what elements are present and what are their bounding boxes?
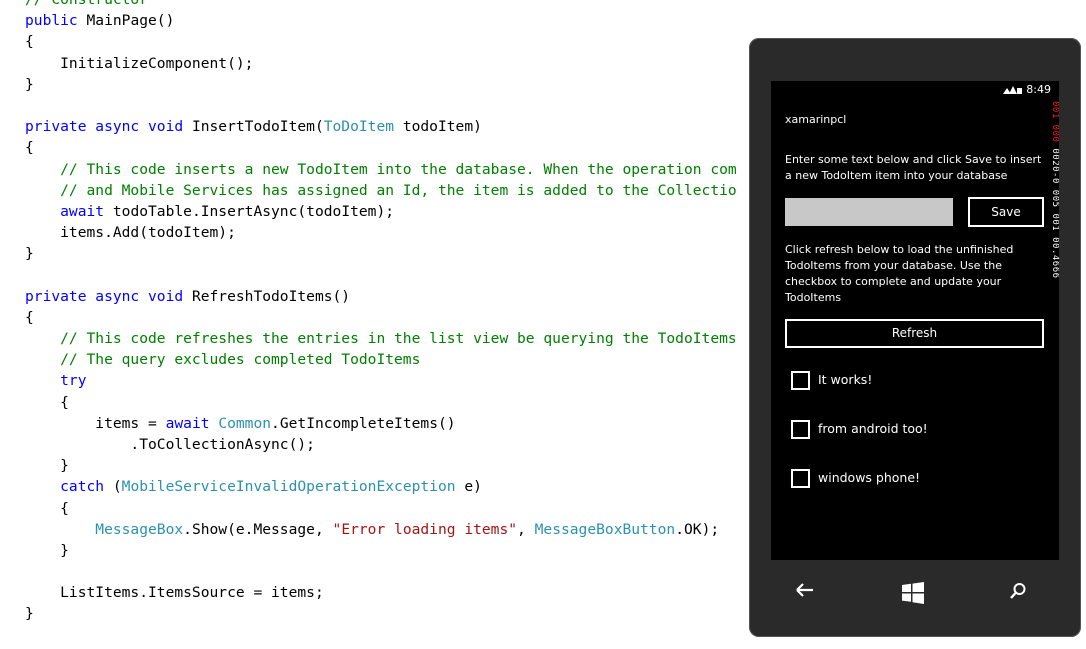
code-token: catch: [25, 478, 105, 496]
code-line: {: [25, 137, 753, 158]
save-instructions: Enter some text below and click Save to …: [785, 153, 1042, 182]
code-line: private async void InsertTodoItem(ToDoIt…: [25, 116, 753, 137]
code-token: items =: [25, 414, 166, 432]
code-token: await: [25, 202, 113, 220]
code-token: MobileServiceInvalidOperationException: [121, 478, 456, 496]
code-line: items.Add(todoItem);: [25, 222, 753, 243]
todo-item-label: from android too!: [818, 421, 928, 436]
code-token: todoItem): [394, 118, 482, 136]
code-line: catch (MobileServiceInvalidOperationExce…: [25, 476, 753, 497]
code-token: .ToCollectionAsync();: [25, 435, 315, 453]
code-line: .ToCollectionAsync();: [25, 434, 753, 455]
code-token: .OK);: [675, 520, 720, 538]
code-line: ListItems.ItemsSource = items;: [25, 582, 753, 603]
code-editor: // Constructor public MainPage() { Initial…: [25, 0, 753, 625]
code-token: (: [104, 478, 122, 496]
code-line: }: [25, 540, 753, 561]
code-token: private async void: [25, 118, 192, 136]
code-line: // This code inserts a new TodoItem into…: [25, 159, 753, 180]
code-line: {: [25, 307, 753, 328]
code-line: {: [25, 498, 753, 519]
app-title: xamarinpcl: [785, 113, 847, 126]
wifi-signal-icon: [1003, 86, 1022, 94]
todo-item-label: It works!: [818, 372, 873, 387]
code-token: ,: [517, 520, 535, 538]
code-token: try: [25, 372, 87, 390]
code-token: InitializeComponent();: [25, 54, 254, 72]
code-token: // The query excludes completed TodoItem…: [25, 351, 421, 369]
todo-checkbox[interactable]: [791, 469, 810, 488]
code-line: public MainPage(): [25, 10, 753, 31]
todo-checkbox[interactable]: [791, 420, 810, 439]
code-token: ToDoItem: [323, 118, 395, 136]
code-line: // The query excludes completed TodoItem…: [25, 349, 753, 370]
code-token: }: [25, 605, 34, 623]
code-token: }: [25, 245, 34, 263]
code-line: // and Mobile Services has assigned an I…: [25, 180, 753, 201]
todo-text-input[interactable]: [785, 198, 953, 226]
code-token: {: [25, 308, 34, 326]
save-button[interactable]: Save: [968, 197, 1044, 227]
code-token: MainPage(): [86, 12, 175, 30]
code-token: {: [25, 33, 34, 51]
code-token: MessageBoxButton: [534, 520, 676, 538]
code-token: items.Add(todoItem);: [25, 224, 236, 242]
code-token: "Error loading items": [332, 520, 518, 538]
debug-frame-counter: 001 000 0020-0 005 001 00.4666: [1046, 101, 1059, 321]
code-token: {: [25, 499, 69, 517]
code-token: // and Mobile Services has assigned an I…: [25, 181, 737, 199]
code-token: }: [25, 541, 69, 559]
phone-screen: 8:49 001 000 0020-0 005 001 00.4666 xama…: [771, 81, 1059, 560]
code-line: MessageBox.Show(e.Message, "Error loadin…: [25, 519, 753, 540]
code-token: // This code inserts a new TodoItem into…: [25, 160, 737, 178]
code-token: await: [165, 414, 210, 432]
code-token: {: [25, 393, 69, 411]
code-token: Common: [218, 414, 272, 432]
code-token: }: [25, 457, 69, 475]
refresh-button[interactable]: Refresh: [785, 319, 1044, 348]
windows-logo-icon[interactable]: [902, 582, 924, 604]
code-token: InsertTodoItem(: [191, 118, 324, 136]
code-token: .Show(e.Message,: [183, 520, 333, 538]
code-token: }: [25, 75, 34, 93]
todo-item-label: windows phone!: [818, 470, 921, 485]
code-token: // This code refreshes the entries in th…: [25, 330, 737, 347]
code-token: // Constructor: [25, 0, 148, 8]
debug-counter-red: 001 000: [1050, 101, 1059, 143]
code-token: ListItems.ItemsSource = items;: [25, 584, 324, 602]
code-token: e): [455, 478, 482, 496]
code-line: await todoTable.InsertAsync(todoItem);: [25, 201, 753, 222]
code-line: {: [25, 392, 753, 413]
code-line: items = await Common.GetIncompleteItems(…: [25, 413, 753, 434]
code-token: .GetIncompleteItems(): [271, 414, 456, 432]
code-line: // Constructor: [25, 0, 753, 10]
code-token: public: [25, 12, 87, 30]
code-line: try: [25, 370, 753, 391]
status-time: 8:49: [1026, 83, 1051, 96]
code-line: // This code refreshes the entries in th…: [25, 328, 753, 349]
code-line: {: [25, 31, 753, 52]
code-token: MessageBox: [25, 520, 184, 538]
code-line: }: [25, 74, 753, 95]
code-token: private async void: [25, 287, 192, 305]
code-line: private async void RefreshTodoItems(): [25, 286, 753, 307]
arrow-left-icon[interactable]: [795, 582, 815, 598]
code-line: InitializeComponent();: [25, 53, 753, 74]
code-line: }: [25, 243, 753, 264]
refresh-instructions: Click refresh below to load the unfinish…: [785, 243, 1014, 304]
code-line: }: [25, 603, 753, 624]
debug-counter-white: 0020-0 005 001 00.4666: [1050, 142, 1059, 279]
phone-nav-bar: [771, 560, 1059, 624]
code-token: {: [25, 139, 34, 157]
code-token: todoTable.InsertAsync(todoItem);: [112, 202, 395, 220]
code-line: }: [25, 455, 753, 476]
search-icon[interactable]: [1009, 582, 1027, 600]
code-token: RefreshTodoItems(): [191, 287, 351, 305]
todo-checkbox[interactable]: [791, 371, 810, 390]
